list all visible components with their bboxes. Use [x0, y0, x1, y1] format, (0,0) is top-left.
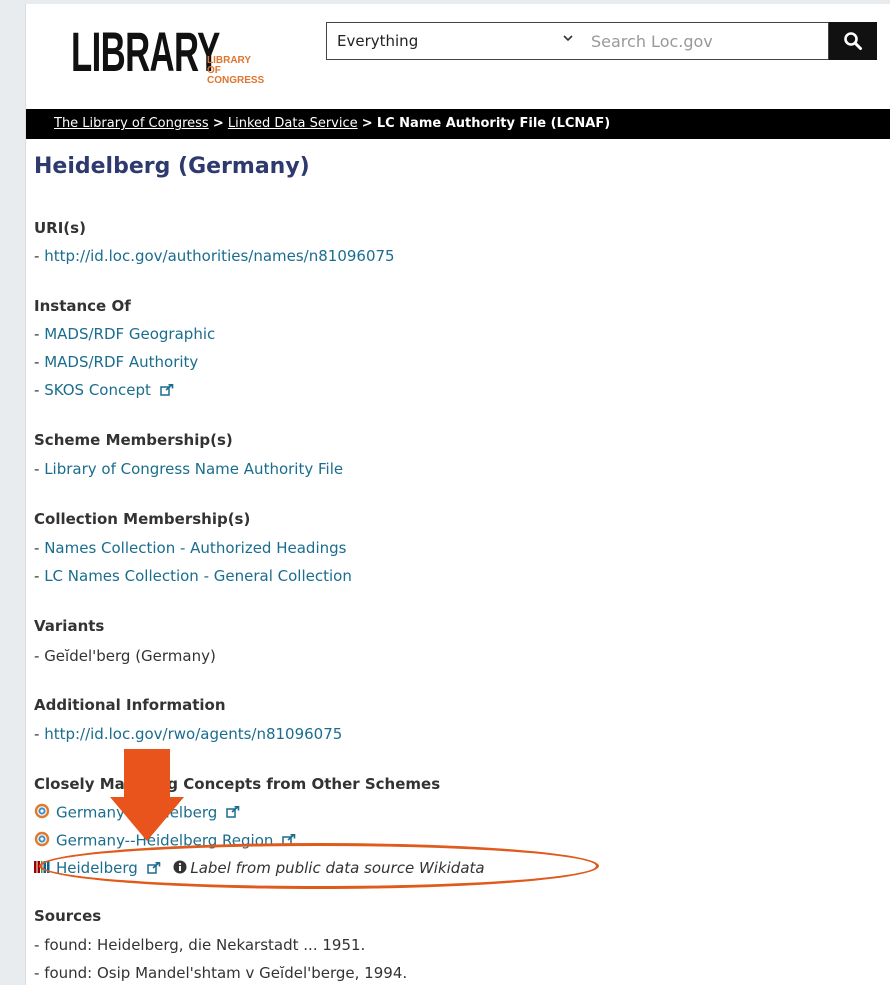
list-item: - found: Osip Mandel'shtam v Geĭdel'berg… [34, 964, 407, 982]
variant-text: Geĭdel'berg (Germany) [44, 647, 216, 665]
bullet: - [34, 460, 45, 478]
list-item: - found: Heidelberg, die Nekarstadt ... … [34, 936, 365, 954]
bullet: - [34, 325, 45, 343]
list-item: - MADS/RDF Authority [34, 353, 198, 371]
section-label-instance-of: Instance Of [34, 297, 131, 315]
section-label-collection: Collection Membership(s) [34, 510, 251, 528]
scheme-link-lcnaf[interactable]: Library of Congress Name Authority File [44, 460, 343, 478]
instance-link-geographic[interactable]: MADS/RDF Geographic [44, 325, 215, 343]
logo-sub-text: LIBRARY OF CONGRESS [207, 55, 265, 86]
rwo-link[interactable]: http://id.loc.gov/rwo/agents/n81096075 [44, 725, 342, 743]
bullet: - [34, 647, 45, 665]
section-label-uri: URI(s) [34, 219, 86, 237]
collection-link-general[interactable]: LC Names Collection - General Collection [44, 567, 352, 585]
loc-scheme-icon [34, 831, 50, 851]
bullet: - [34, 936, 45, 954]
list-item: - Names Collection - Authorized Headings [34, 539, 346, 557]
search-placeholder: Search Loc.gov [591, 31, 713, 51]
source-text: found: Heidelberg, die Nekarstadt ... 19… [44, 936, 366, 954]
source-text: found: Osip Mandel'shtam v Geĭdel'berge,… [44, 964, 408, 982]
list-item: - Geĭdel'berg (Germany) [34, 647, 216, 665]
breadcrumb-separator: > [361, 116, 373, 131]
chevron-down-icon [563, 33, 573, 46]
search-button[interactable] [829, 22, 877, 60]
section-label-scheme: Scheme Membership(s) [34, 431, 233, 449]
list-item: - LC Names Collection - General Collecti… [34, 567, 352, 585]
search-input[interactable]: Search Loc.gov [583, 22, 829, 60]
section-label-closely-matching: Closely Matching Concepts from Other Sch… [34, 775, 441, 793]
logo-main-text: LIBRARY [71, 20, 220, 83]
search-scope-select[interactable]: Everything [326, 22, 584, 60]
breadcrumb-current: LC Name Authority File (LCNAF) [376, 116, 611, 131]
bullet: - [34, 381, 45, 399]
breadcrumb-link-loc[interactable]: The Library of Congress [54, 116, 209, 131]
bullet: - [34, 964, 45, 982]
breadcrumb-separator: > [212, 116, 224, 131]
page-container: LIBRARY LIBRARY OF CONGRESS Everything S… [25, 4, 890, 985]
instance-link-skos[interactable]: SKOS Concept [44, 381, 151, 399]
external-link-icon[interactable] [226, 804, 240, 822]
external-link-icon[interactable] [159, 382, 174, 400]
bullet: - [34, 539, 45, 557]
loc-scheme-icon [34, 803, 50, 823]
down-arrow-annotation [110, 749, 184, 841]
list-item: - MADS/RDF Geographic [34, 325, 215, 343]
bullet: - [34, 247, 45, 265]
section-label-additional: Additional Information [34, 696, 226, 714]
uri-link[interactable]: http://id.loc.gov/authorities/names/n810… [44, 247, 394, 265]
page-title: Heidelberg (Germany) [34, 154, 310, 179]
list-item: - http://id.loc.gov/authorities/names/n8… [34, 247, 395, 265]
collection-link-names[interactable]: Names Collection - Authorized Headings [44, 539, 346, 557]
instance-link-authority[interactable]: MADS/RDF Authority [44, 353, 198, 371]
section-label-variants: Variants [34, 617, 105, 635]
list-item: - Library of Congress Name Authority Fil… [34, 460, 343, 478]
search-icon [844, 32, 862, 50]
list-item: - SKOS Concept [34, 381, 174, 400]
bullet: - [34, 725, 45, 743]
bullet: - [34, 353, 45, 371]
breadcrumb-link-linked-data[interactable]: Linked Data Service [228, 116, 358, 131]
scope-value: Everything [337, 32, 419, 50]
list-item: - http://id.loc.gov/rwo/agents/n81096075 [34, 725, 342, 743]
bullet: - [34, 567, 45, 585]
highlight-oval [39, 843, 599, 889]
section-label-sources: Sources [34, 907, 102, 925]
breadcrumb: The Library of Congress > Linked Data Se… [26, 109, 890, 139]
